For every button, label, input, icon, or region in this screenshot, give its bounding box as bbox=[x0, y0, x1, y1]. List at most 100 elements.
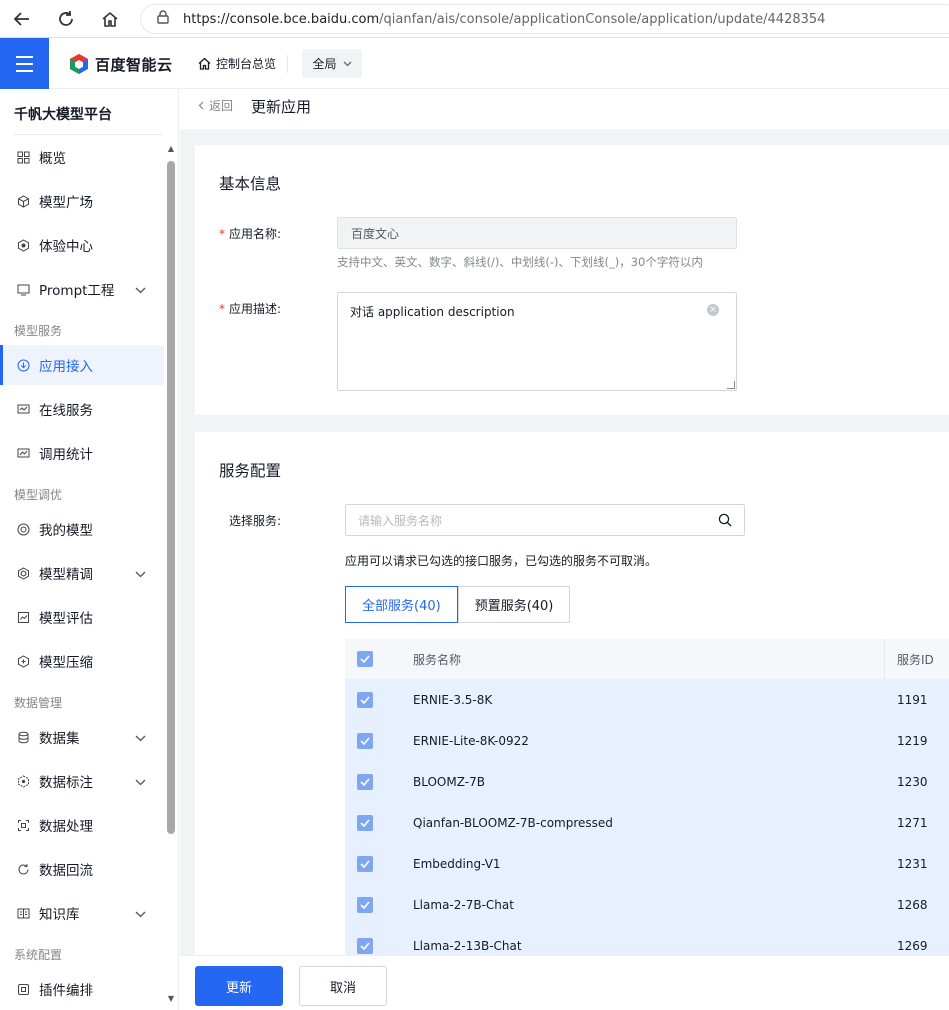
row-checkbox[interactable] bbox=[357, 814, 373, 831]
process-icon bbox=[16, 818, 30, 832]
sidebar-item-prompt[interactable]: Prompt工程 bbox=[0, 269, 164, 309]
sidebar-item-process[interactable]: 数据处理 bbox=[0, 805, 164, 845]
top-navigation: 百度智能云 控制台总览 全局 bbox=[0, 38, 949, 89]
url-host: https://console.bce.baidu.com bbox=[183, 11, 380, 27]
sidebar-item-my-model[interactable]: 我的模型 bbox=[0, 509, 164, 549]
app-desc-value: 对话 application description bbox=[350, 305, 515, 319]
sidebar: 千帆大模型平台 概览 模型广场 体验中心 Prompt工程 模型服务 应用接入 … bbox=[0, 89, 179, 1010]
sidebar-item-overview[interactable]: 概览 bbox=[0, 137, 164, 177]
sidebar-item-label: 在线服务 bbox=[39, 403, 93, 419]
address-bar[interactable]: https://console.bce.baidu.com/qianfan/ai… bbox=[140, 4, 949, 34]
book-icon bbox=[16, 906, 30, 920]
table-row[interactable]: Embedding-V1 1231 bbox=[345, 843, 949, 884]
back-arrow-icon[interactable] bbox=[11, 8, 33, 30]
table-row[interactable]: ERNIE-Lite-8K-0922 1219 bbox=[345, 720, 949, 761]
reload-icon[interactable] bbox=[55, 8, 77, 30]
service-id: 1230 bbox=[897, 774, 928, 789]
scroll-up-arrow-icon[interactable]: ▲ bbox=[166, 145, 176, 153]
table-header: 服务名称 服务ID bbox=[345, 639, 949, 679]
sidebar-item-model-square[interactable]: 模型广场 bbox=[0, 181, 164, 221]
sidebar-item-dataset[interactable]: 数据集 bbox=[0, 717, 164, 757]
sidebar-item-compress[interactable]: 模型压缩 bbox=[0, 641, 164, 681]
database-icon bbox=[16, 730, 30, 744]
page-header: 返回 更新应用 bbox=[180, 89, 949, 129]
app-name-field[interactable]: 百度文心 bbox=[337, 217, 737, 249]
check-icon bbox=[360, 777, 370, 786]
app-name-value: 百度文心 bbox=[351, 226, 400, 241]
form-footer: 更新 取消 bbox=[180, 955, 949, 1010]
row-checkbox[interactable] bbox=[357, 937, 373, 954]
annotate-icon bbox=[16, 774, 30, 788]
check-icon bbox=[360, 818, 370, 827]
sidebar-item-label: 数据集 bbox=[39, 731, 80, 747]
basic-info-card: 基本信息 * 应用名称: 百度文心 支持中文、英文、数字、斜线(/)、中划线(-)… bbox=[195, 145, 949, 415]
row-checkbox[interactable] bbox=[357, 773, 373, 790]
sidebar-item-label: 数据标注 bbox=[39, 775, 93, 791]
search-icon[interactable] bbox=[718, 513, 732, 530]
console-home-label: 控制台总览 bbox=[216, 57, 277, 71]
sidebar-item-online-service[interactable]: 在线服务 bbox=[0, 389, 164, 429]
row-checkbox[interactable] bbox=[357, 896, 373, 913]
sidebar-divider bbox=[14, 134, 162, 135]
chevron-down-icon bbox=[135, 906, 146, 922]
brand-logo[interactable]: 百度智能云 bbox=[68, 53, 173, 75]
sidebar-item-app-access[interactable]: 应用接入 bbox=[0, 345, 164, 385]
scope-label: 全局 bbox=[312, 57, 337, 71]
row-checkbox[interactable] bbox=[357, 691, 373, 708]
chevron-down-icon bbox=[135, 282, 146, 298]
update-button[interactable]: 更新 bbox=[195, 966, 283, 1006]
scope-select[interactable]: 全局 bbox=[302, 49, 362, 78]
sidebar-item-label: 模型评估 bbox=[39, 611, 93, 627]
table-row[interactable]: BLOOMZ-7B 1230 bbox=[345, 761, 949, 802]
check-icon bbox=[360, 900, 370, 909]
table-row[interactable]: ERNIE-3.5-8K 1191 bbox=[345, 679, 949, 720]
cancel-button[interactable]: 取消 bbox=[299, 966, 387, 1006]
console-home-link[interactable]: 控制台总览 bbox=[198, 55, 276, 72]
sidebar-item-evaluate[interactable]: 模型评估 bbox=[0, 597, 164, 637]
service-name: ERNIE-Lite-8K-0922 bbox=[413, 733, 529, 748]
model-icon bbox=[16, 522, 30, 536]
app-desc-textarea[interactable]: 对话 application description × bbox=[337, 292, 737, 391]
brand-name: 百度智能云 bbox=[95, 55, 173, 74]
tab-all-services[interactable]: 全部服务(40) bbox=[345, 586, 458, 623]
sidebar-item-plugin[interactable]: 插件编排 bbox=[0, 969, 164, 1009]
sidebar-item-experience[interactable]: 体验中心 bbox=[0, 225, 164, 265]
cloud-cube-icon bbox=[70, 54, 88, 74]
reflow-icon bbox=[16, 862, 30, 876]
scroll-down-arrow-icon[interactable]: ▼ bbox=[166, 995, 176, 1003]
service-id: 1219 bbox=[897, 733, 928, 748]
row-checkbox[interactable] bbox=[357, 855, 373, 872]
service-name: Llama-2-7B-Chat bbox=[413, 897, 514, 912]
prompt-icon bbox=[16, 282, 30, 296]
sidebar-item-fine-tune[interactable]: 模型精调 bbox=[0, 553, 164, 593]
sidebar-scrollbar[interactable] bbox=[167, 161, 175, 834]
service-table: 服务名称 服务ID ERNIE-3.5-8K 1191 ERNIE-Lite-8… bbox=[345, 639, 949, 966]
home-icon[interactable] bbox=[99, 8, 121, 30]
tab-preset-services[interactable]: 预置服务(40) bbox=[457, 586, 571, 623]
hamburger-menu-icon[interactable] bbox=[0, 38, 49, 89]
required-asterisk: * bbox=[219, 227, 225, 241]
select-all-checkbox[interactable] bbox=[357, 651, 373, 667]
back-link[interactable]: 返回 bbox=[198, 97, 233, 114]
service-config-title: 服务配置 bbox=[219, 462, 282, 480]
sidebar-item-call-stats[interactable]: 调用统计 bbox=[0, 433, 164, 473]
service-search-input[interactable]: 请输入服务名称 bbox=[345, 504, 745, 536]
column-header-id: 服务ID bbox=[897, 652, 934, 667]
sidebar-group-model-tuning: 模型调优 bbox=[14, 488, 63, 502]
monitor-icon bbox=[16, 402, 30, 416]
resize-handle[interactable] bbox=[727, 381, 735, 389]
table-row[interactable]: Llama-2-7B-Chat 1268 bbox=[345, 884, 949, 925]
browser-toolbar: https://console.bce.baidu.com/qianfan/ai… bbox=[0, 0, 949, 38]
sidebar-item-label: 应用接入 bbox=[39, 359, 93, 375]
service-name: Llama-2-13B-Chat bbox=[413, 938, 522, 953]
clear-icon[interactable]: × bbox=[707, 304, 719, 316]
column-divider bbox=[884, 639, 885, 679]
sidebar-item-annotate[interactable]: 数据标注 bbox=[0, 761, 164, 801]
table-row[interactable]: Qianfan-BLOOMZ-7B-compressed 1271 bbox=[345, 802, 949, 843]
row-checkbox[interactable] bbox=[357, 732, 373, 749]
sidebar-item-reflow[interactable]: 数据回流 bbox=[0, 849, 164, 889]
sidebar-item-knowledge-base[interactable]: 知识库 bbox=[0, 893, 164, 933]
main-content: 返回 更新应用 基本信息 * 应用名称: 百度文心 支持中文、英文、数字、斜线(/… bbox=[180, 89, 949, 1010]
tune-icon bbox=[16, 566, 30, 580]
service-note: 应用可以请求已勾选的接口服务，已勾选的服务不可取消。 bbox=[345, 554, 658, 568]
